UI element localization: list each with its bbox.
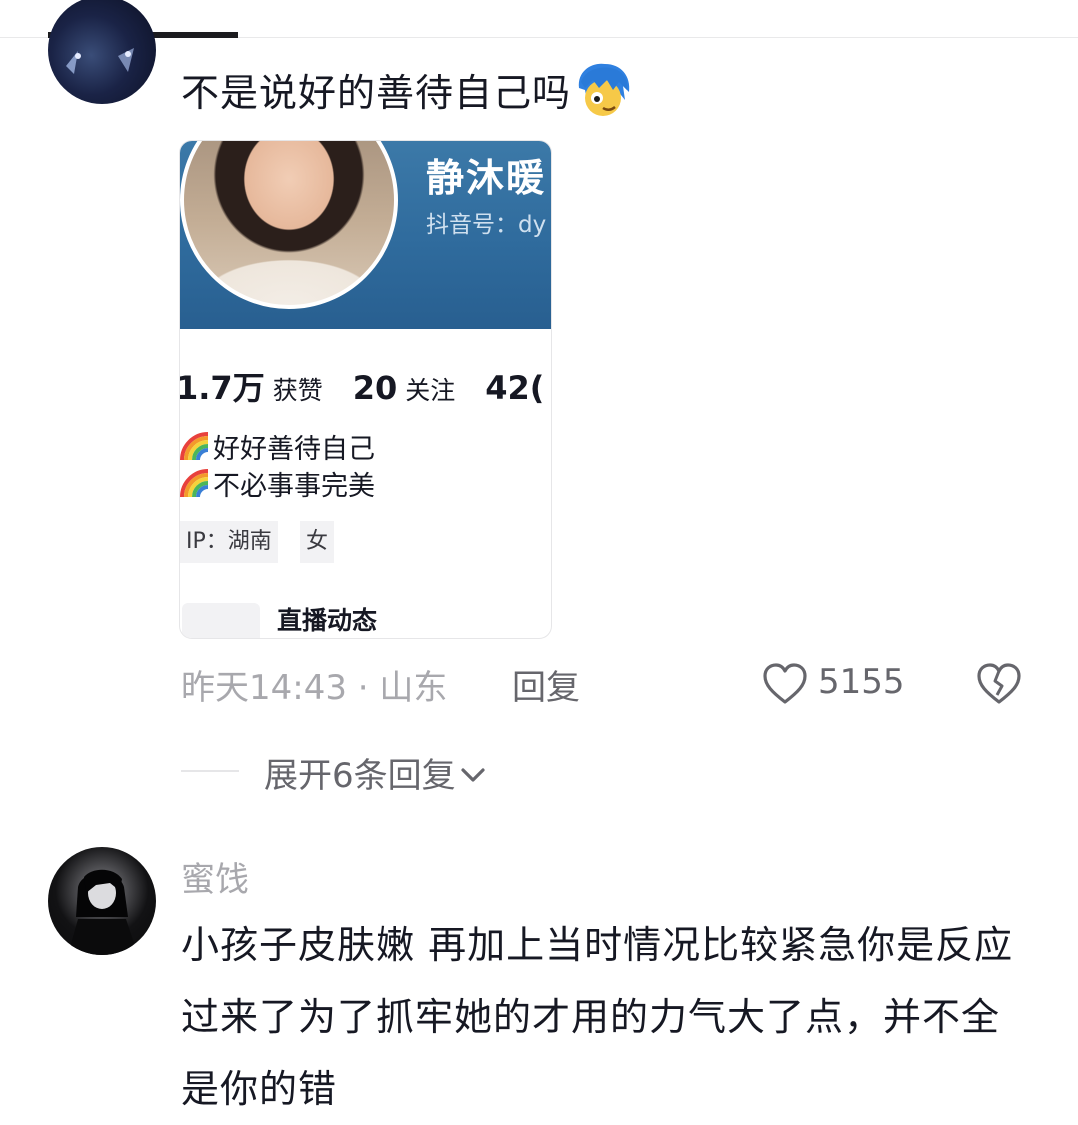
bio-line: 好好善待自己	[180, 431, 375, 468]
profile-stats: 1.7万 获赞 20 关注 42(	[180, 363, 544, 409]
ip-tag: IP：湖南	[180, 521, 278, 563]
live-thumbnail	[182, 603, 260, 638]
confused-face-emoji-icon	[578, 63, 630, 116]
profile-name: 静沐暖	[426, 156, 547, 200]
like-count: 5155	[818, 662, 905, 702]
reply-button[interactable]: 回复	[512, 660, 580, 709]
stat-following-number: 20	[352, 369, 398, 407]
chevron-down-icon	[461, 768, 485, 782]
avatar-figure-icon	[68, 869, 138, 955]
rainbow-emoji-icon	[180, 432, 209, 461]
profile-id: 抖音号：dy	[426, 212, 547, 238]
bio-text: 好好善待自己	[213, 434, 375, 465]
bio-text: 不必事事完美	[213, 471, 375, 502]
profile-card-image[interactable]: 静沐暖 抖音号：dy 1.7万 获赞 20 关注 42( 好好善待自己 不必事事完美 I…	[180, 141, 551, 638]
expand-divider	[181, 770, 239, 772]
heart-icon[interactable]	[762, 662, 808, 706]
gender-tag: 女	[300, 521, 335, 563]
avatar-figure-icon	[66, 48, 134, 74]
comment-text: 小孩子皮肤嫩 再加上当时情况比较紧急你是反应过来了为了抓牢她的才用的力气大了点，…	[181, 923, 1014, 1111]
stat-following-label: 关注	[405, 376, 456, 405]
expand-replies-label: 展开6条回复	[264, 756, 456, 796]
rainbow-emoji-icon	[180, 469, 209, 498]
comment-timestamp: 昨天14:43 · 山东	[181, 668, 448, 708]
comment-text: 不是说好的善待自己吗	[181, 58, 633, 128]
username[interactable]: 蜜饯	[181, 852, 249, 901]
bio-line: 不必事事完美	[180, 468, 375, 505]
stat-likes-label: 获赞	[272, 376, 323, 405]
avatar[interactable]	[48, 847, 156, 955]
avatar[interactable]	[48, 0, 156, 104]
stat-followers-number: 42(	[485, 369, 545, 407]
comment-body: 不是说好的善待自己吗	[181, 71, 572, 115]
stat-likes-number: 1.7万	[180, 369, 265, 407]
broken-heart-icon[interactable]	[976, 662, 1022, 706]
live-label: 直播动态	[277, 606, 378, 635]
expand-replies-button[interactable]: 展开6条回复	[264, 748, 486, 797]
profile-bio: 好好善待自己 不必事事完美	[180, 431, 375, 505]
